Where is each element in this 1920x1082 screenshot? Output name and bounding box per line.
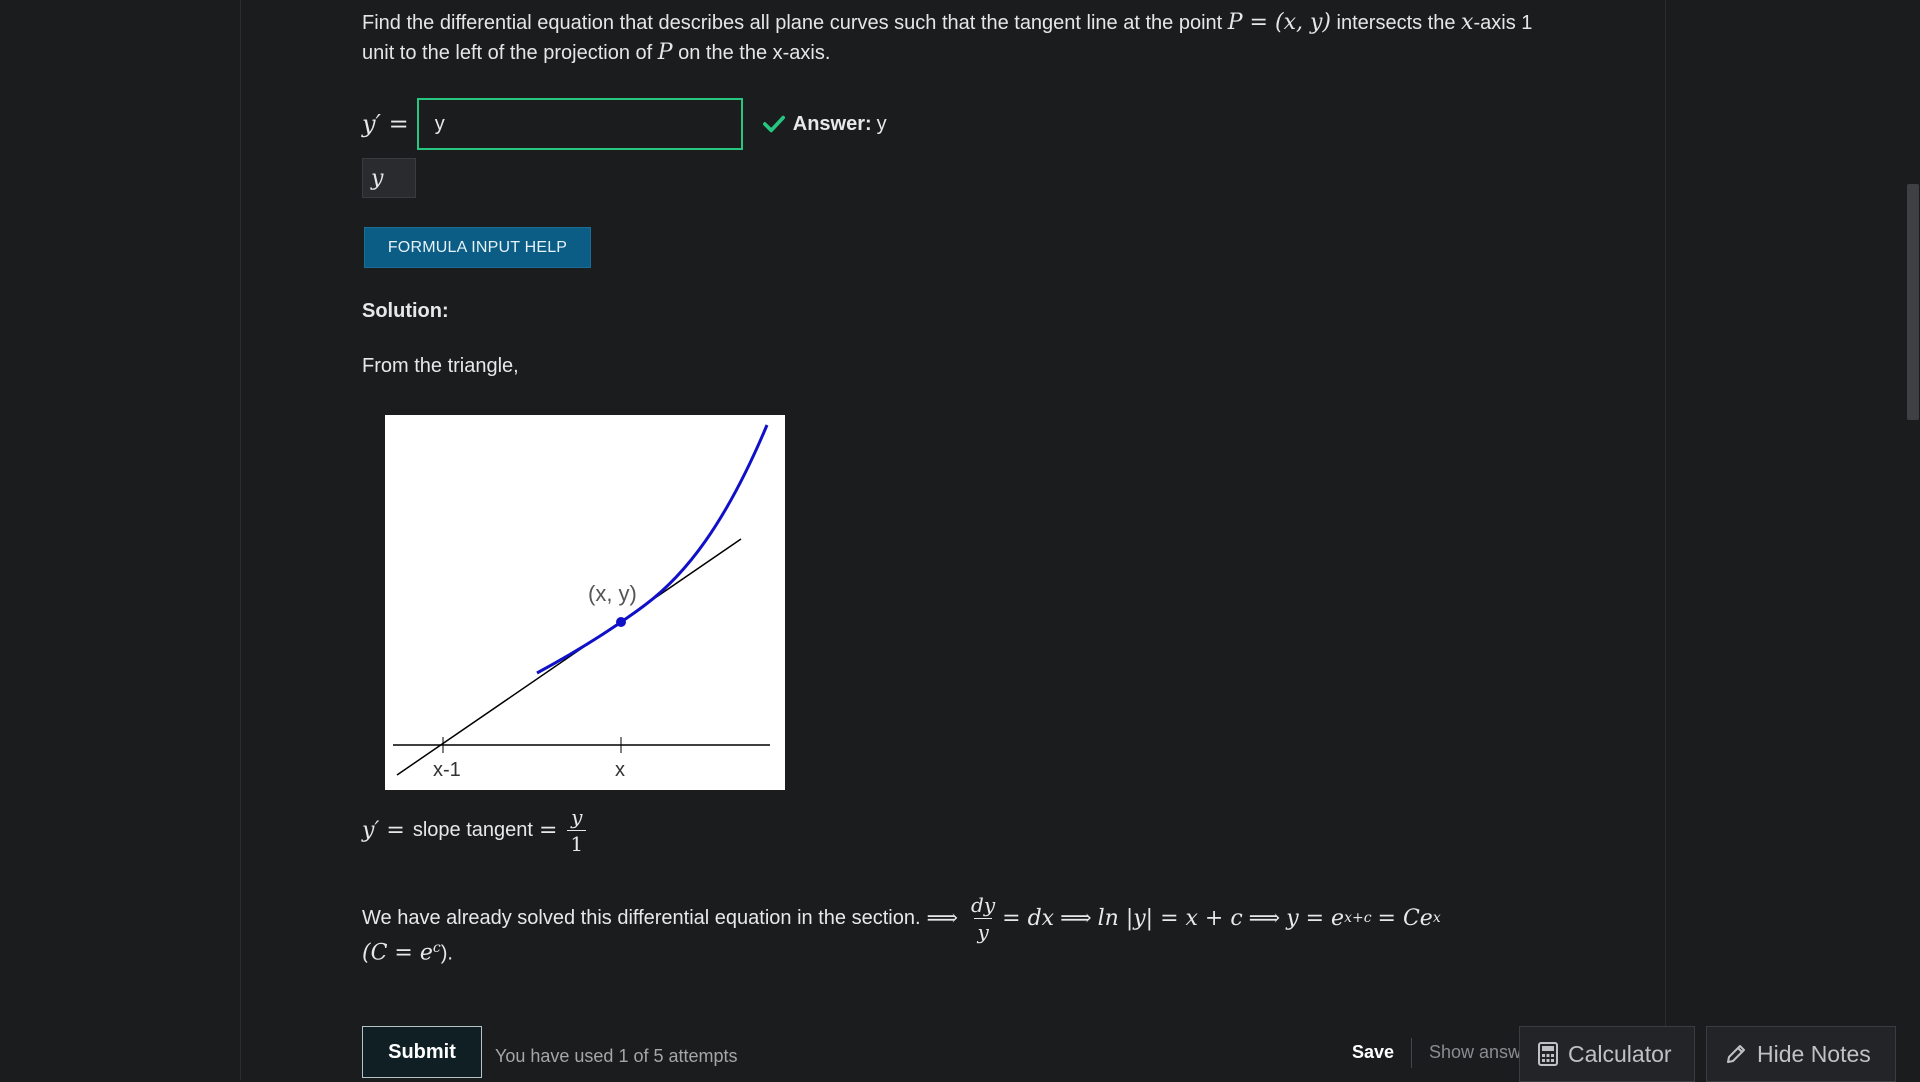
question-math-point: P = (x, y) (1227, 10, 1331, 35)
answer-row: y′ = Answer: y (362, 95, 887, 153)
question-part: intersects the (1330, 12, 1462, 34)
implies-symbol: ⟹ (1248, 905, 1281, 931)
solution-equation: We have already solved this differential… (362, 888, 1441, 948)
point-marker (616, 617, 626, 627)
separation-fraction: dy y (968, 892, 998, 945)
checkmark-icon (762, 115, 785, 133)
question-math-x: x (1461, 10, 1474, 35)
submit-button[interactable]: Submit (362, 1026, 482, 1078)
fraction-denominator: y (974, 917, 992, 945)
diagram-background (385, 415, 785, 790)
exponent-x: x (1432, 910, 1441, 926)
input-prefix: y′ = (362, 110, 409, 138)
question-part: Find the differential equation that desc… (362, 12, 1228, 34)
constant-definition: (C = ec). (362, 940, 453, 966)
exponent-x-plus-c: x+c (1344, 910, 1372, 926)
equals-dx: = dx (1002, 905, 1055, 931)
solution-intro: From the triangle, (362, 355, 519, 377)
question-text: Find the differential equation that desc… (362, 8, 1542, 68)
y-equals-e: y = e (1286, 905, 1345, 931)
calculator-label: Calculator (1568, 1040, 1672, 1067)
slope-numerator: y (571, 804, 583, 829)
slope-equation: y′ = slope tangent = y 1 (362, 800, 590, 860)
calculator-button[interactable]: Calculator (1519, 1026, 1695, 1082)
action-divider (1411, 1038, 1412, 1068)
show-answer-button[interactable]: Show answer (1429, 1042, 1521, 1063)
ln-equation: ln |y| = x + c (1097, 905, 1243, 931)
formula-preview: y (362, 158, 416, 198)
tick-label-left: x-1 (433, 759, 461, 781)
slope-denominator: 1 (567, 829, 587, 857)
slope-prefix: y′ = (362, 817, 405, 843)
c-def-open: (C = e (362, 940, 433, 966)
tick-label-right: x (615, 759, 625, 781)
implies-symbol: ⟹ (1060, 905, 1092, 931)
point-label: (x, y) (588, 581, 637, 606)
slope-text: slope tangent (412, 818, 533, 841)
attempts-text: You have used 1 of 5 attempts (495, 1046, 738, 1066)
slope-fraction: y 1 (567, 804, 587, 857)
page-scrollbar[interactable] (1906, 0, 1920, 1080)
save-button[interactable]: Save (1352, 1042, 1394, 1063)
pencil-icon (1727, 1045, 1745, 1063)
scrollbar-thumb[interactable] (1907, 184, 1919, 420)
c-def-close: ). (440, 942, 453, 965)
question-math-p: P (657, 40, 673, 65)
slope-equals: = (538, 817, 558, 843)
equals-ce: = Ce (1377, 905, 1433, 931)
answer-value: y (876, 112, 887, 135)
answer-feedback: Answer: y (762, 112, 887, 136)
hide-notes-label: Hide Notes (1757, 1040, 1871, 1067)
tangent-diagram: (x, y) x-1 x (385, 415, 785, 790)
fraction-numerator: dy (971, 892, 996, 917)
answer-label: Answer: (792, 112, 872, 135)
formula-input-help-button[interactable]: FORMULA INPUT HELP (364, 227, 591, 268)
c-exponent: c (432, 940, 441, 956)
solved-text: We have already solved this differential… (362, 906, 921, 929)
calculator-icon (1538, 1042, 1558, 1066)
formula-input[interactable] (416, 98, 743, 150)
solution-title: Solution: (362, 300, 449, 322)
hide-notes-button[interactable]: Hide Notes (1706, 1026, 1896, 1082)
question-part: on the the x-axis. (672, 42, 831, 64)
implies-symbol: ⟹ (926, 905, 959, 931)
